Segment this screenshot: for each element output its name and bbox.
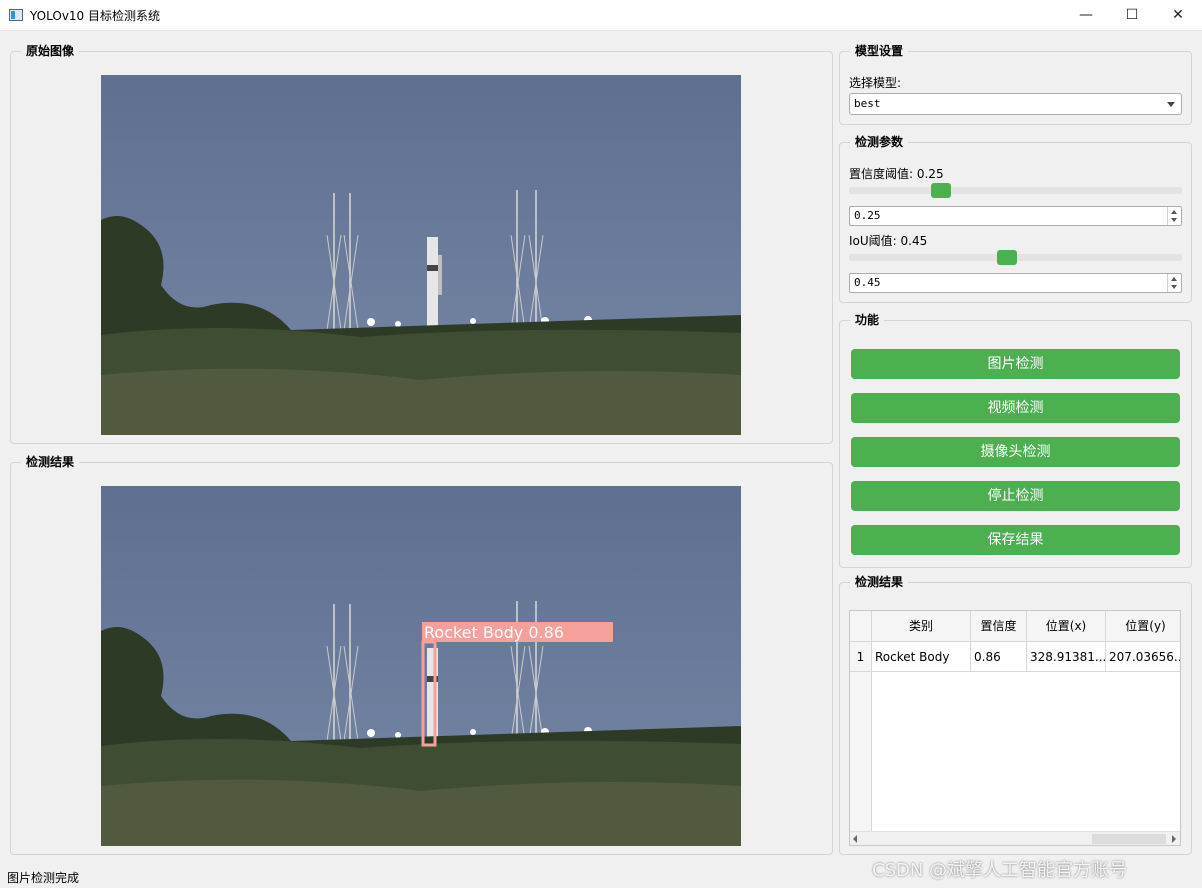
- row-header-strip: [850, 672, 872, 832]
- maximize-button[interactable]: ☐: [1109, 0, 1155, 31]
- iou-stepper[interactable]: [1167, 274, 1181, 292]
- confidence-slider[interactable]: [849, 187, 1182, 194]
- column-header-x[interactable]: 位置(x): [1027, 611, 1106, 642]
- confidence-slider-handle[interactable]: [931, 183, 951, 198]
- column-header-class[interactable]: 类别: [872, 611, 971, 642]
- spin-down-icon[interactable]: [1171, 285, 1177, 289]
- functions-title: 功能: [850, 312, 885, 328]
- model-select-value: best: [854, 97, 881, 110]
- watermark: CSDN @斌擎人工智能官方账号: [872, 860, 1128, 881]
- spin-up-icon[interactable]: [1171, 277, 1177, 281]
- result-image-title: 检测结果: [21, 454, 80, 470]
- image-detect-button[interactable]: 图片检测: [851, 349, 1180, 379]
- results-table-title: 检测结果: [850, 574, 909, 590]
- table-cell-x[interactable]: 328.91381...: [1027, 642, 1106, 672]
- spin-down-icon[interactable]: [1171, 218, 1177, 222]
- horizontal-scrollbar[interactable]: [850, 831, 1180, 845]
- results-table[interactable]: 类别 置信度 位置(x) 位置(y) 1 Rocket Body 0.86 32…: [849, 610, 1181, 846]
- stop-detect-button[interactable]: 停止检测: [851, 481, 1180, 511]
- close-button[interactable]: ✕: [1155, 0, 1201, 31]
- chevron-down-icon: [1167, 102, 1175, 107]
- iou-value: 0.45: [854, 276, 881, 289]
- table-corner: [850, 611, 872, 642]
- scroll-left-icon[interactable]: [853, 835, 857, 843]
- iou-slider-handle[interactable]: [997, 250, 1017, 265]
- model-select-label: 选择模型:: [849, 76, 902, 90]
- confidence-value: 0.25: [854, 209, 881, 222]
- video-detect-button[interactable]: 视频检测: [851, 393, 1180, 423]
- app-icon: [9, 9, 23, 21]
- status-bar-text: 图片检测完成: [7, 871, 80, 885]
- table-cell-y[interactable]: 207.03656...: [1106, 642, 1180, 672]
- model-select[interactable]: best: [849, 93, 1182, 115]
- table-cell-class[interactable]: Rocket Body: [872, 642, 971, 672]
- model-settings-title: 模型设置: [850, 43, 909, 59]
- column-header-confidence[interactable]: 置信度: [971, 611, 1027, 642]
- scrollbar-thumb[interactable]: [1092, 834, 1166, 844]
- minimize-button[interactable]: —: [1063, 0, 1109, 31]
- row-index: 1: [850, 642, 872, 672]
- column-header-y[interactable]: 位置(y): [1106, 611, 1180, 642]
- iou-spinbox[interactable]: 0.45: [849, 273, 1182, 293]
- save-results-button[interactable]: 保存结果: [851, 525, 1180, 555]
- confidence-label: 置信度阈值: 0.25: [849, 167, 944, 181]
- window-title: YOLOv10 目标检测系统: [30, 9, 161, 23]
- title-bar: YOLOv10 目标检测系统 — ☐ ✕: [0, 0, 1202, 31]
- detection-params-title: 检测参数: [850, 134, 909, 150]
- scroll-right-icon[interactable]: [1172, 835, 1176, 843]
- detection-label: Rocket Body 0.86: [424, 623, 564, 642]
- original-image-title: 原始图像: [21, 43, 80, 59]
- iou-label: IoU阈值: 0.45: [849, 234, 928, 248]
- confidence-stepper[interactable]: [1167, 207, 1181, 225]
- original-image: [101, 75, 741, 435]
- spin-up-icon[interactable]: [1171, 210, 1177, 214]
- table-cell-confidence[interactable]: 0.86: [971, 642, 1027, 672]
- camera-detect-button[interactable]: 摄像头检测: [851, 437, 1180, 467]
- confidence-spinbox[interactable]: 0.25: [849, 206, 1182, 226]
- result-image: Rocket Body 0.86: [101, 486, 741, 846]
